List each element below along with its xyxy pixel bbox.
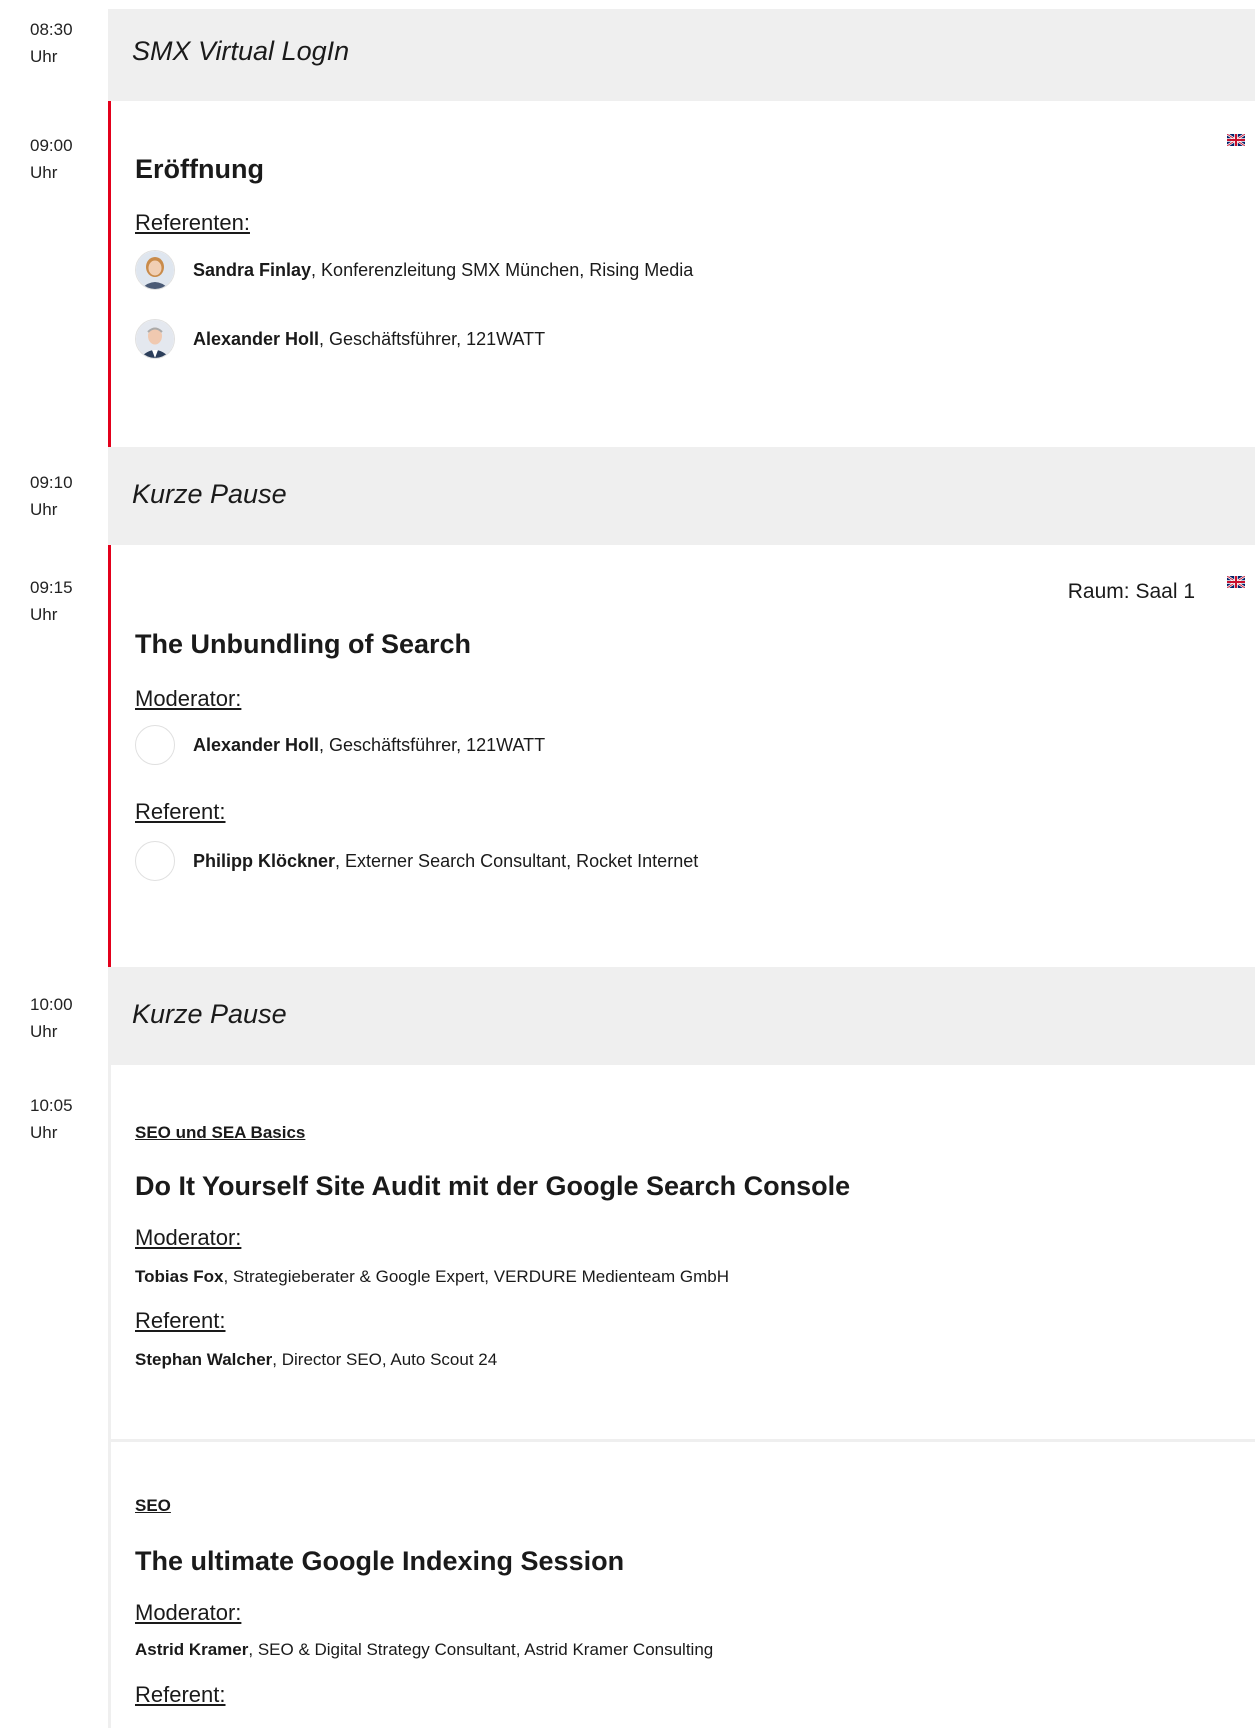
session-block[interactable]: Raum: Saal 1 The Unbundling of Search Mo…: [108, 545, 1255, 967]
session-title[interactable]: Do It Yourself Site Audit mit der Google…: [135, 1171, 850, 1202]
session-block[interactable]: SEO und SEA Basics Do It Yourself Site A…: [111, 1065, 1255, 1439]
time-slot: 09:00 Uhr: [30, 136, 73, 182]
time-slot: 10:05 Uhr: [30, 1096, 73, 1142]
session-block[interactable]: Eröffnung Referenten: Sandra Finlay, Kon…: [108, 101, 1255, 447]
session-title[interactable]: The ultimate Google Indexing Session: [135, 1546, 624, 1577]
track-link[interactable]: SEO und SEA Basics: [135, 1123, 305, 1143]
speaker-item[interactable]: Sandra Finlay, Konferenzleitung SMX Münc…: [135, 250, 693, 290]
moderator-label: Moderator:: [135, 1600, 242, 1625]
speaker-label: Referent:: [135, 1682, 226, 1707]
time-slot: 10:00 Uhr: [30, 995, 73, 1041]
pause-block: Kurze Pause: [108, 447, 1255, 539]
parallel-sessions: SEO und SEA Basics Do It Yourself Site A…: [108, 1065, 1255, 1728]
moderator-label: Moderator:: [135, 1225, 242, 1250]
track-link[interactable]: SEO: [135, 1496, 171, 1516]
pause-title: Kurze Pause: [132, 999, 287, 1029]
agenda-row-parallel: 10:05 Uhr SEO und SEA Basics Do It Yourse…: [0, 1065, 1255, 1728]
pause-title: SMX Virtual LogIn: [132, 36, 350, 66]
pause-title: Kurze Pause: [132, 479, 287, 509]
moderator-item[interactable]: Alexander Holl, Geschäftsführer, 121WATT: [135, 725, 545, 765]
speaker-avatar: [135, 841, 175, 881]
time-slot: 09:10 Uhr: [30, 473, 73, 519]
time-slot: 08:30 Uhr: [30, 20, 73, 66]
speaker-label: Referent:: [135, 1308, 226, 1333]
moderator-label: Moderator:: [135, 686, 242, 711]
uk-flag-icon: [1227, 576, 1245, 588]
agenda-row-login: 08:30 Uhr SMX Virtual LogIn: [0, 9, 1255, 95]
session-title[interactable]: The Unbundling of Search: [135, 629, 471, 660]
speaker-avatar: [135, 319, 175, 359]
speaker-item[interactable]: Stephan Walcher, Director SEO, Auto Scou…: [135, 1350, 497, 1370]
agenda-row-opening: 09:00 Uhr Eröffnung Referenten: Sandra F…: [0, 101, 1255, 447]
uk-flag-icon: [1227, 134, 1245, 146]
session-block[interactable]: SEO The ultimate Google Indexing Session…: [111, 1442, 1255, 1728]
room-label: Raum: Saal 1: [1067, 580, 1195, 603]
moderator-item[interactable]: Astrid Kramer, SEO & Digital Strategy Co…: [135, 1640, 713, 1660]
agenda-row-pause: 10:00 Uhr Kurze Pause: [0, 967, 1255, 1059]
pause-block: SMX Virtual LogIn: [108, 9, 1255, 95]
speakers-label: Referenten:: [135, 210, 250, 235]
speaker-item[interactable]: Philipp Klöckner, Externer Search Consul…: [135, 841, 698, 881]
agenda-row-unbundling: 09:15 Uhr Raum: Saal 1 The Unbundling of …: [0, 545, 1255, 967]
moderator-item[interactable]: Tobias Fox, Strategieberater & Google Ex…: [135, 1267, 729, 1287]
session-title[interactable]: Eröffnung: [135, 154, 264, 185]
pause-block: Kurze Pause: [108, 967, 1255, 1059]
speaker-label: Referent:: [135, 799, 226, 824]
agenda-row-pause: 09:10 Uhr Kurze Pause: [0, 447, 1255, 539]
time-slot: 09:15 Uhr: [30, 578, 73, 624]
speaker-item[interactable]: Alexander Holl, Geschäftsführer, 121WATT: [135, 319, 545, 359]
speaker-avatar: [135, 250, 175, 290]
speaker-avatar: [135, 725, 175, 765]
